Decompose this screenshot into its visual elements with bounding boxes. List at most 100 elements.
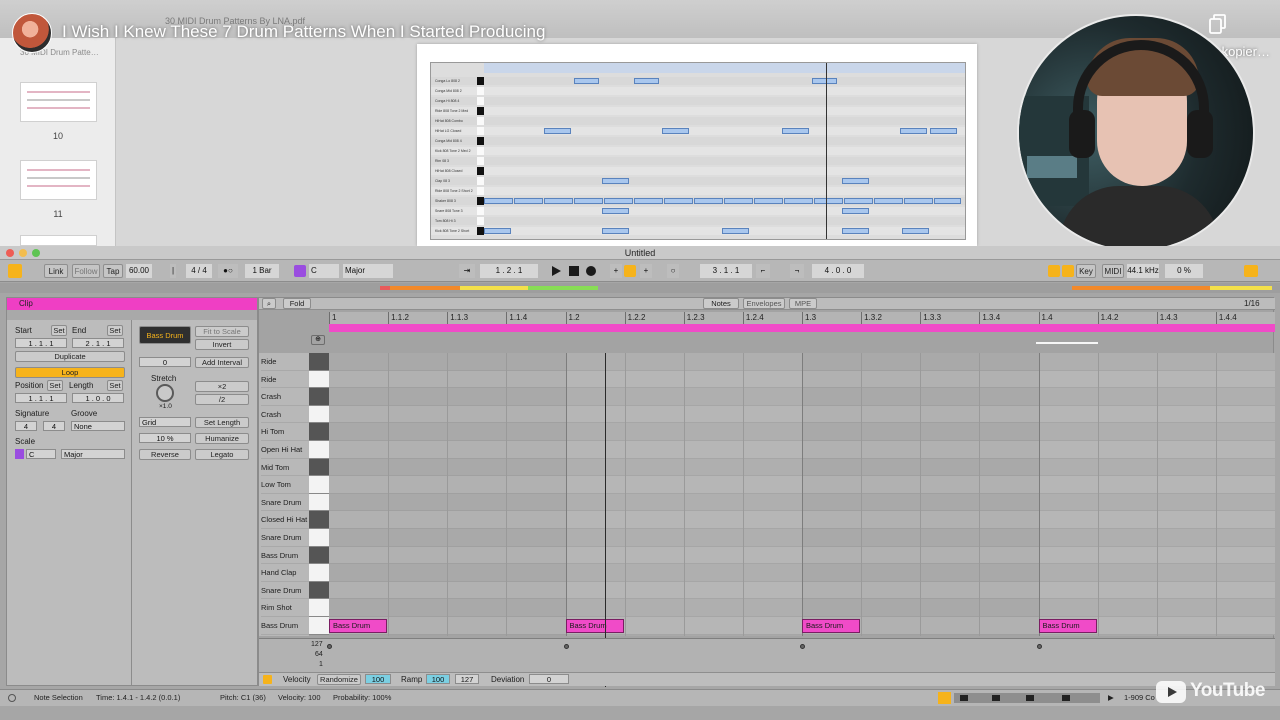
set-position-button[interactable]: Set bbox=[47, 380, 63, 391]
loop-brace[interactable] bbox=[329, 324, 1275, 332]
info-icon[interactable] bbox=[8, 694, 16, 702]
note-grid[interactable]: Bass Drum Bass Drum Bass Drum Bass Drum bbox=[329, 353, 1275, 636]
randomize-amount-field[interactable]: 100 bbox=[365, 674, 391, 684]
groove-menu[interactable]: None bbox=[71, 421, 125, 431]
ramp-end-field[interactable]: 127 bbox=[455, 674, 479, 684]
key-map-button[interactable]: Key bbox=[1076, 264, 1096, 278]
length-field[interactable]: 1 . 0 . 0 bbox=[72, 393, 124, 403]
zoom-window-button[interactable] bbox=[32, 249, 40, 257]
tap-tempo-button[interactable]: Tap bbox=[103, 264, 123, 278]
piano-key-black[interactable] bbox=[309, 458, 329, 477]
video-title[interactable]: I Wish I Knew These 7 Drum Patterns When… bbox=[62, 22, 545, 42]
clip-header[interactable]: Clip bbox=[7, 298, 257, 310]
piano-key-white[interactable] bbox=[309, 476, 329, 494]
grid-menu[interactable]: Grid bbox=[139, 417, 191, 427]
drum-lane-label[interactable]: Bass Drum bbox=[261, 547, 309, 565]
quantize-menu[interactable]: 1 Bar bbox=[245, 264, 279, 278]
set-start-button[interactable]: Set bbox=[51, 325, 67, 336]
set-end-button[interactable]: Set bbox=[107, 325, 123, 336]
piano-key-white[interactable] bbox=[309, 617, 329, 635]
drum-lane-label[interactable]: Open Hi Hat bbox=[261, 441, 309, 459]
piano-key-black[interactable] bbox=[309, 546, 329, 565]
invert-button[interactable]: Invert bbox=[195, 339, 249, 350]
stretch-knob[interactable] bbox=[156, 384, 174, 402]
halve-length-button[interactable]: /2 bbox=[195, 394, 249, 405]
pdf-thumbnail[interactable] bbox=[20, 82, 97, 122]
humanize-button[interactable]: Humanize bbox=[195, 433, 249, 444]
piano-key-white[interactable] bbox=[309, 370, 329, 389]
piano-key-black[interactable] bbox=[309, 423, 329, 441]
midi-note[interactable]: Bass Drum bbox=[565, 618, 624, 633]
ramp-start-field[interactable]: 100 bbox=[426, 674, 450, 684]
piano-key-white[interactable] bbox=[309, 599, 329, 617]
drum-lane-label[interactable]: Hand Clap bbox=[261, 564, 309, 582]
velocity-lane[interactable]: 127 64 1 bbox=[259, 638, 1275, 672]
session-record-icon[interactable]: ○ bbox=[667, 264, 679, 278]
piano-key-white[interactable] bbox=[309, 564, 329, 582]
velocity-marker[interactable] bbox=[1036, 644, 1042, 649]
velocity-marker[interactable] bbox=[800, 644, 805, 649]
scale-name-menu[interactable]: Major bbox=[61, 449, 125, 459]
tab-mpe[interactable]: MPE bbox=[789, 298, 817, 309]
tab-notes[interactable]: Notes bbox=[703, 298, 739, 309]
drum-lane-label[interactable]: Closed Hi Hat bbox=[261, 511, 309, 529]
duplicate-button[interactable]: Duplicate bbox=[15, 351, 125, 362]
clip-panel-tabs[interactable] bbox=[7, 310, 257, 320]
grid-resolution-label[interactable]: 1/16 bbox=[1244, 299, 1260, 308]
drum-lane-label[interactable]: Crash bbox=[261, 406, 309, 424]
youtube-logo[interactable]: YouTube bbox=[1156, 678, 1268, 706]
deviation-field[interactable]: 0 bbox=[529, 674, 569, 684]
tempo-field[interactable]: 60.00 bbox=[126, 264, 152, 278]
metronome-icon[interactable]: ●○ bbox=[218, 264, 238, 278]
randomize-button[interactable]: Randomize bbox=[317, 674, 361, 685]
play-icon[interactable]: ▶ bbox=[1108, 690, 1114, 706]
legato-button[interactable]: Legato bbox=[195, 449, 249, 460]
double-length-button[interactable]: ×2 bbox=[195, 381, 249, 392]
set-length-button[interactable]: Set Length bbox=[195, 417, 249, 428]
drum-lane-label[interactable]: Rim Shot bbox=[261, 599, 309, 617]
sample-rate-field[interactable]: 44.1 kHz bbox=[1127, 264, 1159, 278]
drum-lane-label[interactable]: Snare Drum bbox=[261, 529, 309, 547]
follow-arrow-icon[interactable]: ⇥ bbox=[459, 264, 475, 278]
piano-key-white[interactable] bbox=[309, 529, 329, 547]
stop-icon[interactable] bbox=[569, 266, 579, 276]
piano-key-black[interactable] bbox=[309, 581, 329, 600]
computer-keyboard-icon[interactable] bbox=[1062, 265, 1074, 277]
loop-button[interactable]: Loop bbox=[15, 367, 125, 378]
transpose-field[interactable]: 0 bbox=[139, 357, 191, 367]
follow-button[interactable]: Follow bbox=[72, 264, 100, 278]
drum-lane-label[interactable]: Low Tom bbox=[261, 476, 309, 494]
beat-ruler[interactable]: 1 1.1.2 1.1.3 1.1.4 1.2 1.2.2 1.2.3 1.2.4 1.3 1.3… bbox=[329, 312, 1275, 324]
midi-note[interactable]: Bass Drum bbox=[802, 618, 861, 633]
punch-out-icon[interactable]: ¬ bbox=[790, 264, 804, 278]
drum-lane-label[interactable]: Bass Drum bbox=[261, 617, 309, 635]
nudge-icon[interactable]: | bbox=[170, 264, 176, 278]
draw-mode-icon[interactable] bbox=[1048, 265, 1060, 277]
start-field[interactable]: 1 . 1 . 1 bbox=[15, 338, 67, 348]
drum-lane-label[interactable]: Snare Drum bbox=[261, 582, 309, 600]
loop-length-field[interactable]: 4 . 0 . 0 bbox=[812, 264, 864, 278]
velocity-lane-toggle-icon[interactable] bbox=[263, 675, 272, 684]
capture-icon[interactable]: + bbox=[640, 264, 652, 278]
arrangement-position-field[interactable]: 1 . 2 . 1 bbox=[480, 264, 538, 278]
humanize-amount-field[interactable]: 10 % bbox=[139, 433, 191, 443]
fit-to-scale-button[interactable]: Fit to Scale bbox=[195, 326, 249, 337]
copy-link-icon[interactable] bbox=[1209, 14, 1227, 34]
drum-lane-label[interactable]: Snare Drum bbox=[261, 494, 309, 512]
key-root-menu[interactable]: C bbox=[309, 264, 339, 278]
close-window-button[interactable] bbox=[6, 249, 14, 257]
overview-scroller[interactable] bbox=[954, 693, 1100, 703]
scale-mode-icon[interactable] bbox=[294, 265, 306, 277]
midi-note[interactable]: Bass Drum bbox=[329, 618, 388, 633]
view-toggle-icon[interactable] bbox=[8, 264, 22, 278]
piano-key-black[interactable] bbox=[309, 353, 329, 371]
piano-key-black[interactable] bbox=[309, 511, 329, 529]
piano-key-black[interactable] bbox=[309, 388, 329, 406]
signature-numerator-field[interactable]: 4 bbox=[15, 421, 37, 431]
time-signature-field[interactable]: 4 / 4 bbox=[186, 264, 212, 278]
channel-avatar[interactable] bbox=[12, 13, 52, 53]
overdub-icon[interactable]: + bbox=[610, 264, 622, 278]
velocity-marker[interactable] bbox=[563, 644, 569, 649]
io-indicator-icon[interactable] bbox=[1244, 265, 1258, 277]
drum-lane-label[interactable]: Ride bbox=[261, 353, 309, 371]
